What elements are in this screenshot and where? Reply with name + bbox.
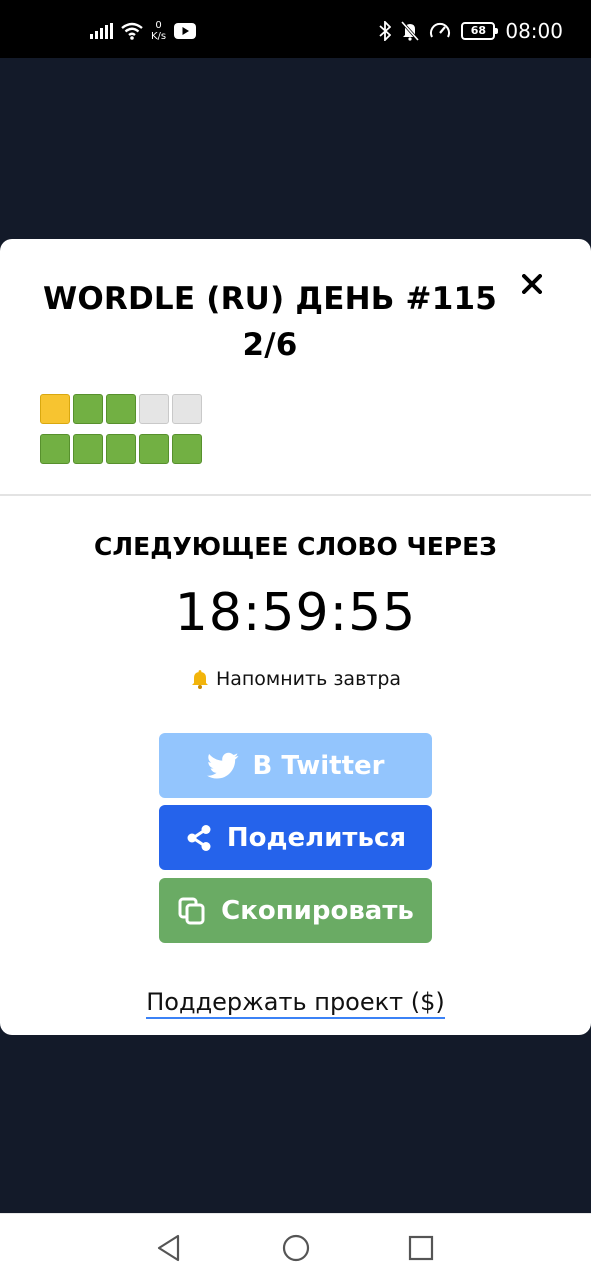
home-icon[interactable] (281, 1233, 311, 1263)
back-icon[interactable] (155, 1233, 183, 1263)
tile-absent (139, 394, 169, 424)
tile-correct (73, 434, 103, 464)
tile-correct (172, 434, 202, 464)
share-button-label: Поделиться (226, 822, 407, 853)
tile-correct (40, 434, 70, 464)
speed-unit: K/s (151, 31, 167, 42)
status-bar: 0 K/s 68 08:00 (0, 0, 591, 58)
status-right: 68 08:00 (379, 18, 563, 44)
twitter-button[interactable]: В Twitter (159, 733, 432, 798)
share-icon (187, 824, 211, 851)
divider (0, 494, 591, 496)
mute-icon (401, 21, 420, 41)
copy-button-label: Скопировать (221, 895, 414, 926)
battery-level: 68 (470, 24, 487, 37)
close-icon (522, 274, 542, 294)
wifi-icon (121, 22, 143, 40)
tile-present (40, 394, 70, 424)
share-button[interactable]: Поделиться (159, 805, 432, 870)
speed-icon (430, 22, 451, 38)
navigation-bar (0, 1213, 591, 1280)
modal-title: WORDLE (RU) ДЕНЬ #115 2/6 (40, 276, 500, 368)
guess-row (40, 394, 202, 424)
tile-correct (106, 434, 136, 464)
youtube-icon (174, 23, 197, 39)
speed-value: 0 (155, 20, 162, 31)
bluetooth-icon (379, 21, 392, 41)
remind-tomorrow-label: Напомнить завтра (215, 668, 402, 690)
guess-row (40, 434, 202, 464)
close-button[interactable] (516, 268, 548, 300)
support-project-link[interactable]: Поддержать проект ($) (0, 988, 591, 1019)
support-project-label: Поддержать проект ($) (146, 988, 445, 1019)
tile-correct (139, 434, 169, 464)
copy-button[interactable]: Скопировать (159, 878, 432, 943)
twitter-icon (206, 752, 238, 779)
next-word-label: СЛЕДУЮЩЕЕ СЛОВО ЧЕРЕЗ (94, 532, 497, 561)
battery-icon: 68 (461, 22, 499, 40)
modal-title-line1: WORDLE (RU) ДЕНЬ #115 (42, 281, 498, 317)
copy-icon (178, 897, 205, 924)
modal-title-score: 2/6 (242, 327, 298, 363)
bell-icon (191, 670, 208, 689)
tile-correct (73, 394, 103, 424)
signal-icon (90, 23, 113, 39)
network-speed: 0 K/s (151, 20, 166, 42)
status-left: 0 K/s (90, 18, 197, 44)
twitter-button-label: В Twitter (252, 750, 385, 781)
recent-apps-icon[interactable] (408, 1235, 434, 1261)
status-time: 08:00 (505, 19, 563, 43)
countdown-timer: 18:59:55 (174, 583, 417, 643)
tile-absent (172, 394, 202, 424)
remind-tomorrow-link[interactable]: Напомнить завтра (0, 668, 591, 690)
tile-correct (106, 394, 136, 424)
guess-grid (40, 394, 202, 474)
